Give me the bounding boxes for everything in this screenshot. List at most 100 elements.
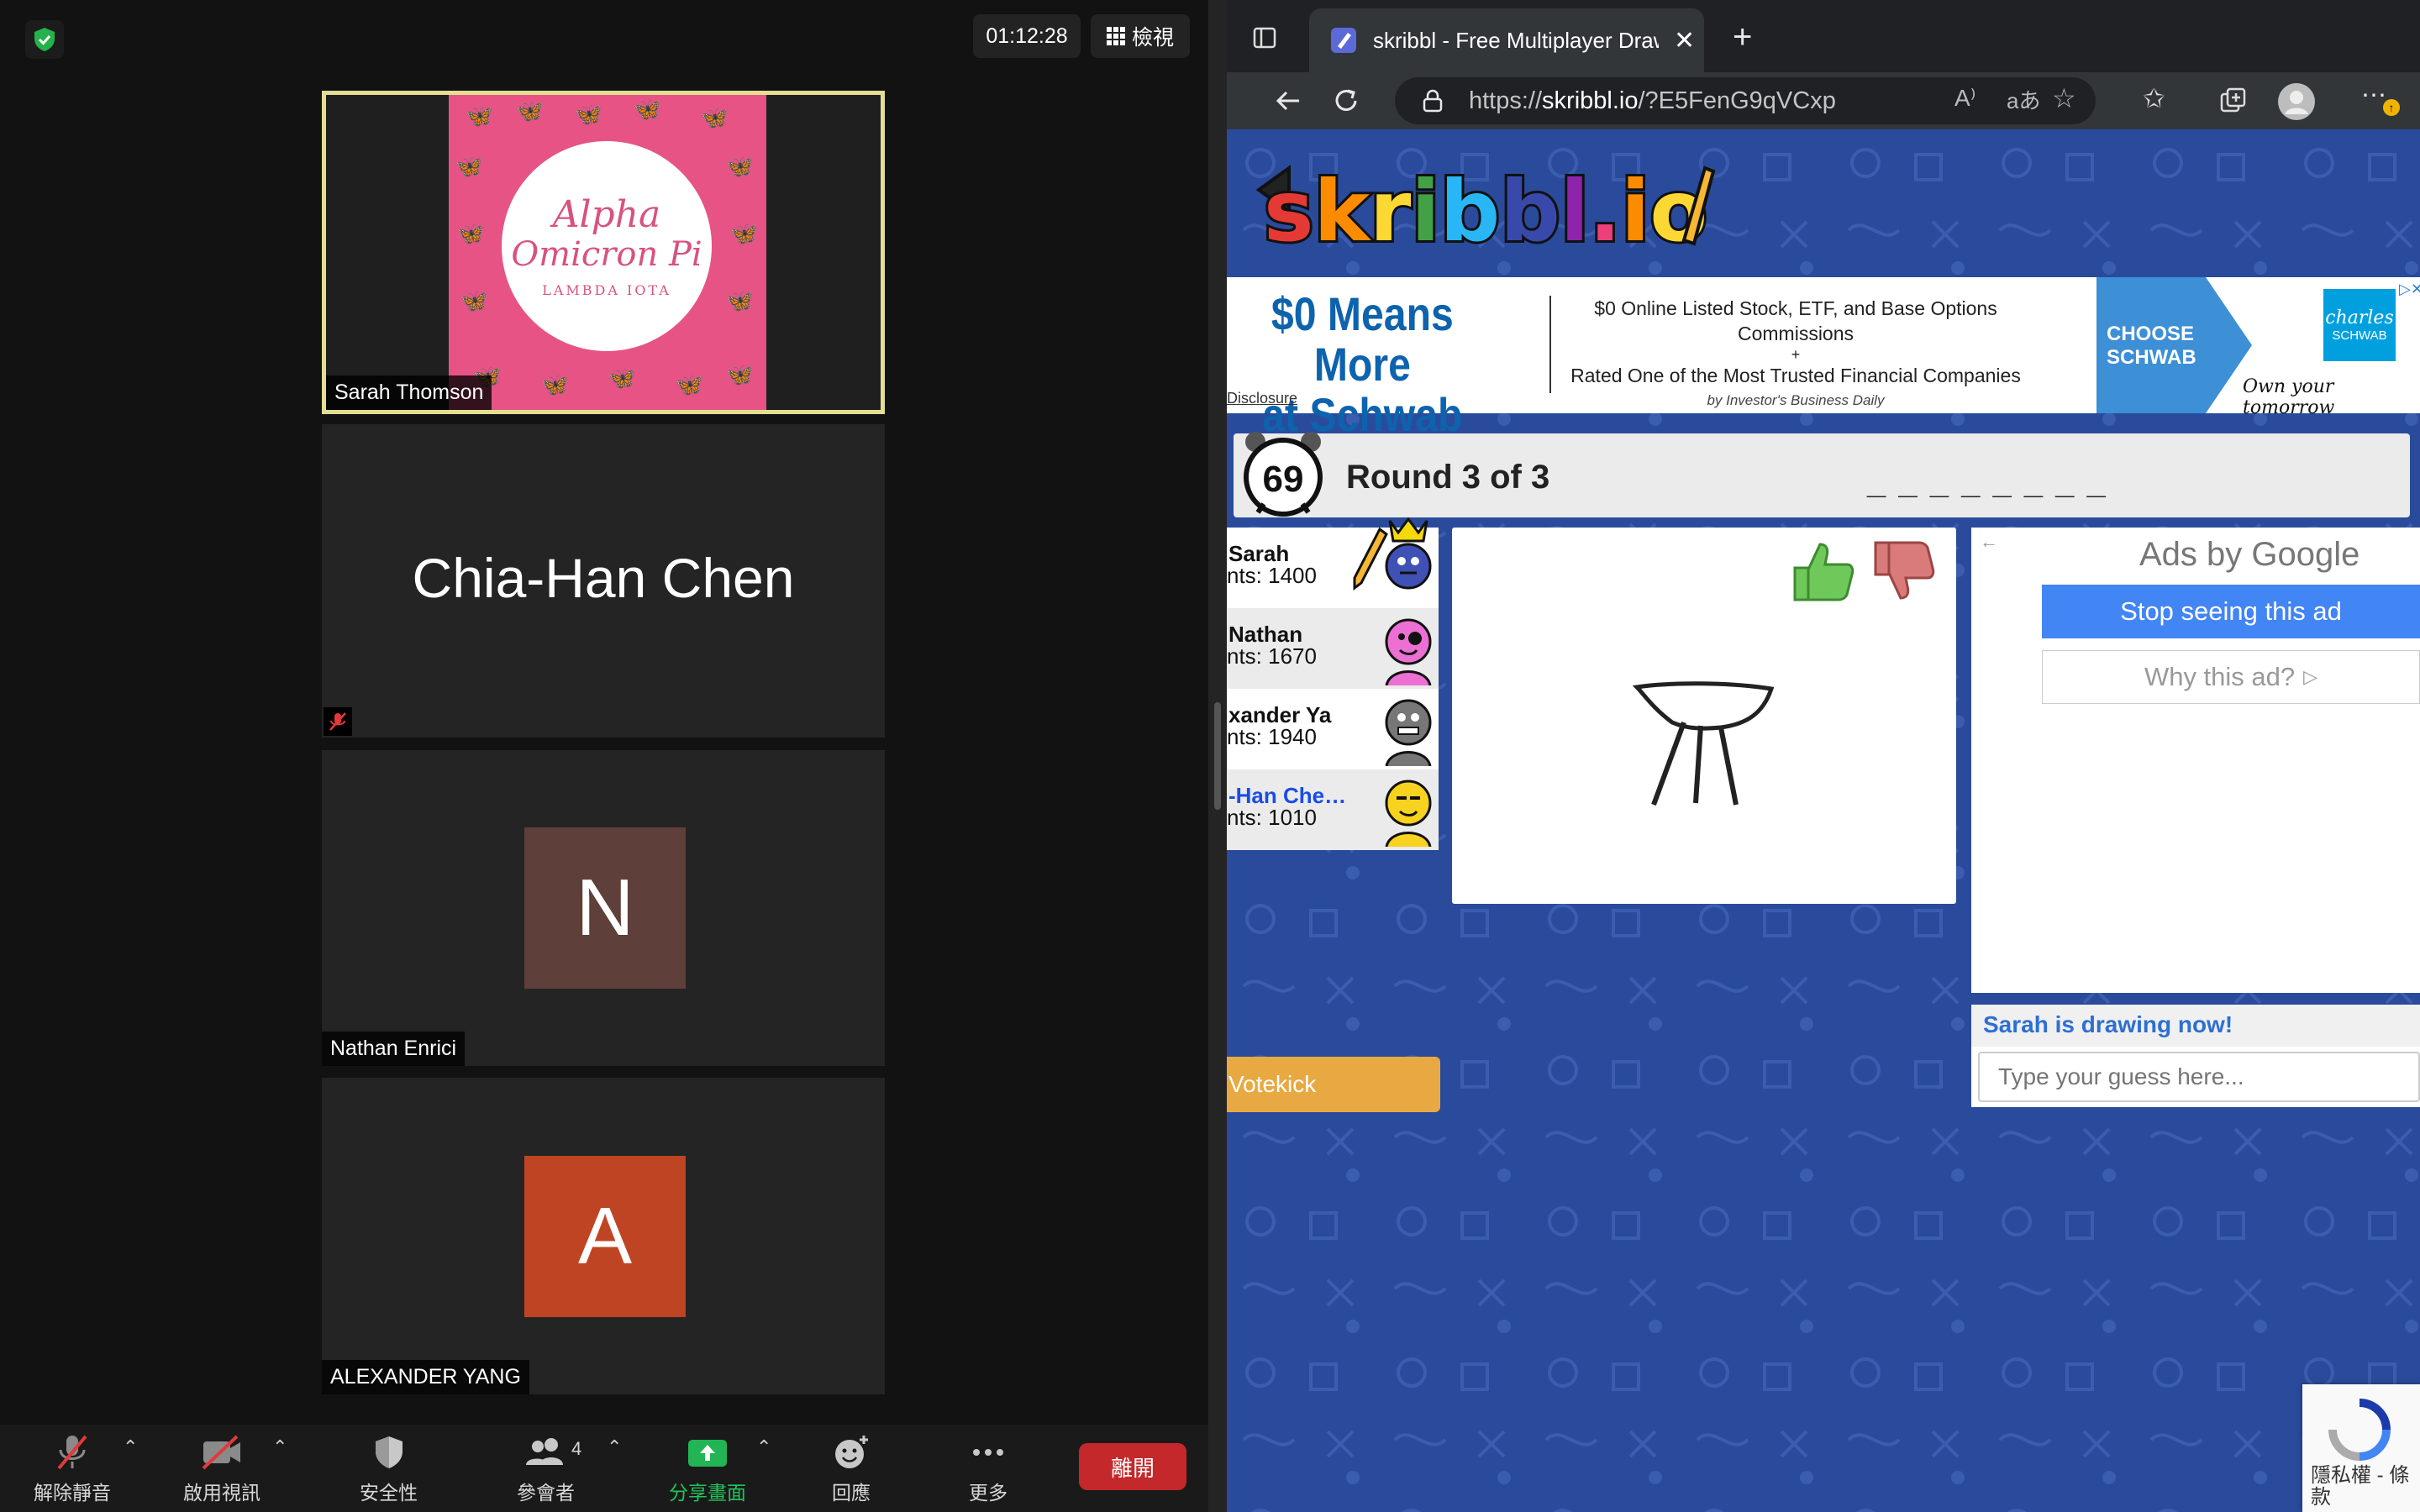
add-favorite-star-icon[interactable]: ☆ xyxy=(2052,82,2076,114)
start-video-label: 啟用視訊 xyxy=(183,1482,260,1504)
zoom-window: 01:12:28 檢視 🦋🦋🦋🦋🦋 🦋🦋 🦋🦋 🦋🦋 🦋🦋🦋🦋🦋 Alpha O… xyxy=(0,0,1208,1512)
leave-meeting-button[interactable]: 離開 xyxy=(1079,1443,1186,1490)
video-off-icon xyxy=(202,1435,240,1470)
meeting-timer: 01:12:28 xyxy=(973,14,1081,58)
ad-body-line-3: by Investor's Business Daily xyxy=(1707,392,1885,408)
schwab-logo: charles SCHWAB xyxy=(2323,289,2396,361)
votekick-button[interactable]: Votekick xyxy=(1227,1057,1440,1112)
video-options-chevron-icon[interactable]: ⌃ xyxy=(272,1436,287,1458)
video-tile-alexander[interactable]: A ALEXANDER YANG xyxy=(322,1078,885,1394)
url-prefix: https:// xyxy=(1469,87,1543,114)
info-triangle-icon: ▷ xyxy=(2303,666,2318,687)
muted-mic-icon xyxy=(324,707,352,736)
participants-label: 參會者 xyxy=(517,1482,575,1504)
player-row-self[interactable]: -Han Che… nts: 1010 xyxy=(1227,769,1439,850)
video-tile-nathan[interactable]: N Nathan Enrici xyxy=(322,750,885,1066)
chat-status-message: Sarah is drawing now! xyxy=(1983,1011,2233,1037)
skribbl-favicon-icon xyxy=(1331,28,1356,53)
svg-text:skribbl.io: skribbl.io xyxy=(1264,162,1707,257)
new-tab-icon[interactable]: + xyxy=(1733,18,1752,56)
ad-body-line-2: Rated One of the Most Trusted Financial … xyxy=(1570,365,2021,386)
view-label: 檢視 xyxy=(1131,26,1174,50)
ad-cta-panel[interactable]: CHOOSE SCHWAB charles SCHWAB Own your to… xyxy=(2096,277,2420,418)
ad-disclosure-link[interactable]: Disclosure xyxy=(1227,390,1297,407)
participant-avatar: N xyxy=(524,827,686,989)
lock-icon[interactable] xyxy=(1422,89,1444,113)
share-screen-button[interactable]: 分享畫面 xyxy=(669,1433,746,1505)
split-view-grip-handle[interactable] xyxy=(1214,702,1221,810)
schwab-logo-line-1: charles xyxy=(2325,307,2394,328)
grid-icon xyxy=(1106,27,1125,45)
back-arrow-icon[interactable] xyxy=(1274,87,1302,114)
url-path: /?E5FenG9qVCxp xyxy=(1638,87,1836,114)
ad-body: $0 Online Listed Stock, ETF, and Base Op… xyxy=(1556,296,2035,413)
why-this-ad-button[interactable]: Why this ad? ▷ xyxy=(2042,650,2420,704)
ad-headline-line-1: $0 Means More xyxy=(1270,287,1454,391)
collections-icon[interactable] xyxy=(2218,86,2249,116)
tab-actions-icon[interactable] xyxy=(1252,25,1277,50)
encryption-shield-icon[interactable] xyxy=(25,20,64,59)
ad-back-arrow-icon[interactable]: ← xyxy=(1980,531,1998,553)
participants-icon xyxy=(525,1438,563,1465)
security-button[interactable]: 安全性 xyxy=(360,1433,418,1505)
profile-avatar-icon[interactable] xyxy=(2277,82,2316,121)
browser-tab-skribbl[interactable]: skribbl - Free Multiplayer Draw ✕ xyxy=(1309,8,1704,72)
schwab-logo-line-2: SCHWAB xyxy=(2332,328,2387,343)
ads-by-prefix: Ads by xyxy=(2139,536,2252,573)
player-list: Sarah nts: 1400 Nathan nts: 1670 xander … xyxy=(1227,517,1439,850)
chat-panel: Sarah is drawing now! xyxy=(1971,1005,2420,1107)
player-row[interactable]: xander Ya nts: 1940 xyxy=(1227,689,1439,769)
share-options-chevron-icon[interactable]: ⌃ xyxy=(756,1436,771,1458)
word-hint: _ _ _ _ _ _ _ _ xyxy=(1867,464,2107,501)
video-tile-chia-han[interactable]: Chia-Han Chen xyxy=(322,424,885,738)
video-tile-sarah[interactable]: 🦋🦋🦋🦋🦋 🦋🦋 🦋🦋 🦋🦋 🦋🦋🦋🦋🦋 Alpha Omicron Pi LA… xyxy=(322,91,885,414)
update-badge-icon: ↑ xyxy=(2383,99,2400,116)
logo-line-1: Alpha xyxy=(552,192,661,236)
ad-cta-line-1: CHOOSE xyxy=(2107,323,2195,345)
url-field[interactable]: https://skribbl.io/?E5FenG9qVCxp A⁾ aあ ☆ xyxy=(1395,77,2096,124)
read-aloud-icon[interactable]: A⁾ xyxy=(1954,84,1976,112)
player-points: nts: 1400 xyxy=(1227,563,1317,588)
more-button[interactable]: 更多 xyxy=(969,1433,1007,1505)
reaction-smiley-icon xyxy=(835,1436,868,1468)
guess-input[interactable] xyxy=(1978,1052,2420,1102)
participants-options-chevron-icon[interactable]: ⌃ xyxy=(607,1436,622,1458)
tab-title: skribbl - Free Multiplayer Draw xyxy=(1373,27,1659,53)
player-row[interactable]: Sarah nts: 1400 xyxy=(1227,517,1439,608)
reactions-label: 回應 xyxy=(832,1482,871,1504)
alarm-clock-icon: 69 xyxy=(1237,427,1329,519)
round-header: 69 Round 3 of 3 _ _ _ _ _ _ _ _ xyxy=(1234,432,2410,517)
player-row[interactable]: Nathan nts: 1670 xyxy=(1227,608,1439,689)
schwab-ad-banner[interactable]: $0 Means More at Schwab $0 Online Listed… xyxy=(1227,277,2420,440)
ad-headline: $0 Means More at Schwab xyxy=(1235,289,1490,440)
share-screen-icon xyxy=(688,1440,727,1467)
close-tab-icon[interactable]: ✕ xyxy=(1674,26,1695,55)
view-button[interactable]: 檢視 xyxy=(1091,14,1190,58)
logo-line-3: LAMBDA IOTA xyxy=(542,281,671,298)
unmute-label: 解除靜音 xyxy=(34,1482,111,1504)
recaptcha-badge[interactable]: 隱私權 - 條款 xyxy=(2302,1384,2420,1512)
translate-icon[interactable]: aあ xyxy=(2007,84,2040,115)
start-video-button[interactable]: 啟用視訊 xyxy=(183,1433,260,1505)
reload-icon[interactable] xyxy=(1331,86,1361,116)
player-points: nts: 1670 xyxy=(1227,643,1317,669)
why-this-ad-label: Why this ad? xyxy=(2144,662,2296,691)
adchoices-icon[interactable]: ▷✕ xyxy=(2399,281,2420,298)
participant-name: Nathan Enrici xyxy=(322,1032,466,1066)
address-bar-row: https://skribbl.io/?E5FenG9qVCxp A⁾ aあ ☆… xyxy=(1227,72,2420,129)
audio-options-chevron-icon[interactable]: ⌃ xyxy=(123,1436,138,1458)
player-points: nts: 1940 xyxy=(1227,724,1317,749)
ad-body-plus: + xyxy=(1791,346,1801,363)
browser-window: skribbl - Free Multiplayer Draw ✕ + http… xyxy=(1227,0,2420,1512)
unmute-button[interactable]: 解除靜音 xyxy=(34,1433,111,1505)
drawing-canvas[interactable] xyxy=(1452,528,1956,904)
reactions-button[interactable]: 回應 xyxy=(832,1433,871,1505)
ad-tagline: Own your tomorrow xyxy=(2243,376,2335,418)
recaptcha-icon xyxy=(2328,1399,2391,1461)
stop-seeing-ad-button[interactable]: Stop seeing this ad xyxy=(2042,585,2420,638)
participants-button[interactable]: 參會者 xyxy=(517,1433,575,1505)
url-host: skribbl.io xyxy=(1542,87,1639,114)
muted-mic-icon xyxy=(57,1435,87,1470)
favorites-icon[interactable]: ✩ xyxy=(2143,82,2165,114)
turn-timer: 69 xyxy=(1262,459,1304,500)
